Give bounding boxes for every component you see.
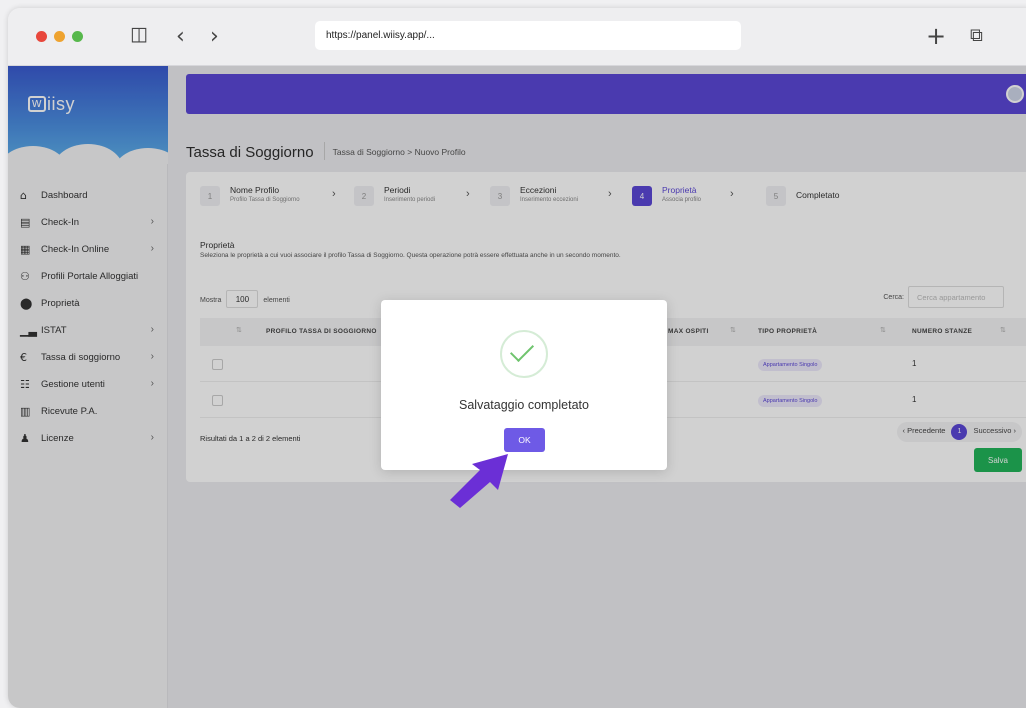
maximize-window-dot[interactable] <box>72 31 83 42</box>
success-check-icon <box>500 330 548 378</box>
browser-window: ◫ ‹ › https://panel.wiisy.app/... + ⧉ ii… <box>8 8 1026 708</box>
tabs-overview-icon[interactable]: ⧉ <box>970 25 983 46</box>
minimize-window-dot[interactable] <box>54 31 65 42</box>
dialog-title: Salvataggio completato <box>459 398 589 412</box>
browser-chrome: ◫ ‹ › https://panel.wiisy.app/... + ⧉ <box>8 8 1026 66</box>
pointer-arrow-icon <box>450 454 508 508</box>
new-tab-icon[interactable]: + <box>926 22 946 50</box>
sidebar-toggle-icon[interactable]: ◫ <box>130 23 148 45</box>
address-bar[interactable]: https://panel.wiisy.app/... <box>315 21 741 50</box>
close-window-dot[interactable] <box>36 31 47 42</box>
back-icon[interactable]: ‹ <box>176 24 185 49</box>
forward-icon[interactable]: › <box>210 24 219 49</box>
success-dialog: Salvataggio completato OK <box>381 300 667 470</box>
